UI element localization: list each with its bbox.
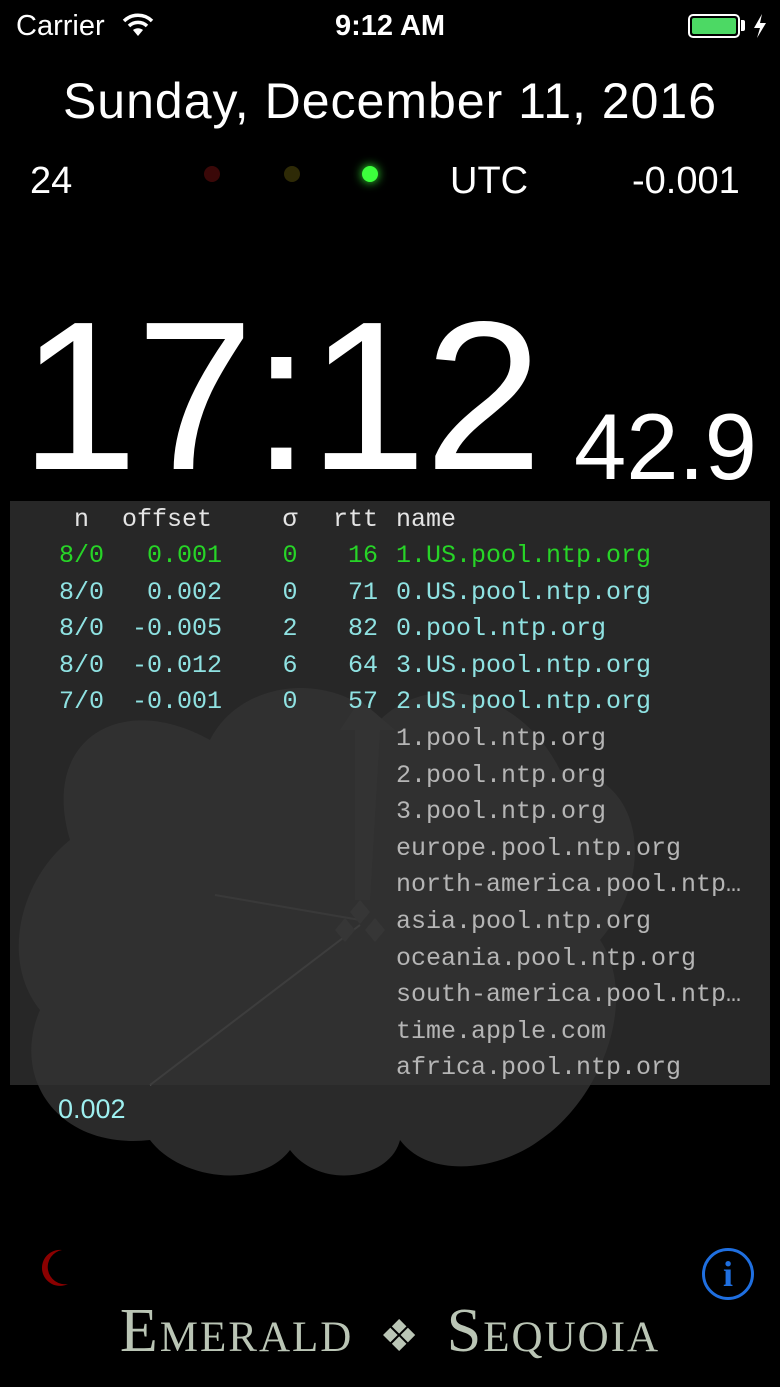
cell-rtt: 82: [347, 614, 378, 644]
header-rtt: rtt: [332, 505, 378, 534]
cell-offset: -0.012: [131, 650, 222, 680]
cell-name: 0.US.pool.ntp.org: [396, 577, 652, 607]
table-row[interactable]: 8/0 -0.012 6 64 3.US.pool.ntp.org: [10, 651, 770, 685]
table-row[interactable]: 8/0 -0.005 2 82 0.pool.ntp.org: [10, 614, 770, 648]
day-number: 24: [30, 160, 73, 202]
cell-sigma: 6: [282, 650, 298, 680]
cell-name: 0.pool.ntp.org: [396, 614, 607, 644]
brand-separator-icon: ❖: [379, 1312, 421, 1362]
cell-n: 8/0: [58, 614, 104, 644]
moon-icon[interactable]: [34, 1246, 74, 1290]
cell-name: south-america.pool.ntp…: [396, 980, 742, 1010]
status-bar: Carrier 9:12 AM: [0, 0, 780, 54]
cell-name: oceania.pool.ntp.org: [396, 943, 697, 973]
ntp-server-table: n offset σ rtt name 8/0 0.001 0 16 1.US.pool…: [10, 501, 770, 1085]
cell-rtt: 57: [347, 687, 378, 717]
cell-offset: 0.001: [146, 541, 222, 570]
table-row[interactable]: north-america.pool.ntp…: [10, 870, 770, 904]
cell-name: europe.pool.ntp.org: [396, 833, 682, 863]
table-row[interactable]: 8/0 0.002 0 71 0.US.pool.ntp.org: [10, 578, 770, 612]
cell-n: 8/0: [58, 650, 104, 680]
table-row[interactable]: 3.pool.ntp.org: [10, 797, 770, 831]
clock-offset: -0.001: [632, 160, 740, 202]
battery-icon: [688, 14, 740, 38]
cell-name: africa.pool.ntp.org: [396, 1053, 682, 1083]
cell-offset: 0.002: [146, 577, 222, 607]
cell-offset: -0.001: [131, 687, 222, 717]
status-indicator-amber: [284, 166, 300, 182]
status-indicator-red: [204, 166, 220, 182]
cell-rtt: 71: [347, 577, 378, 607]
timezone-label[interactable]: UTC: [450, 160, 528, 206]
cell-name: 2.US.pool.ntp.org: [396, 687, 652, 717]
header-sigma: σ: [282, 505, 298, 534]
info-button[interactable]: i: [702, 1248, 754, 1300]
cell-rtt: 16: [347, 541, 378, 570]
cell-name: 1.US.pool.ntp.org: [396, 541, 652, 570]
table-row[interactable]: africa.pool.ntp.org: [10, 1053, 770, 1087]
brand-right: Sequoia: [446, 1297, 661, 1365]
brand-left: Emerald: [119, 1297, 354, 1365]
cell-sigma: 0: [282, 687, 298, 717]
cell-name: 1.pool.ntp.org: [396, 724, 607, 753]
date-line: Sunday, December 11, 2016: [62, 73, 718, 129]
cell-name: 3.US.pool.ntp.org: [396, 650, 652, 680]
battery-tip: [741, 20, 745, 31]
clock-seconds: 42.9: [574, 394, 757, 499]
table-row[interactable]: 1.pool.ntp.org: [10, 724, 770, 758]
table-row[interactable]: 2.pool.ntp.org: [10, 761, 770, 795]
cell-name: time.apple.com: [396, 1016, 607, 1046]
header-offset: offset: [122, 505, 213, 534]
table-row[interactable]: 8/0 0.001 0 16 1.US.pool.ntp.org: [10, 541, 770, 575]
cell-sigma: 0: [282, 577, 298, 607]
charging-bolt-icon: [754, 14, 766, 38]
table-row[interactable]: time.apple.com: [10, 1017, 770, 1051]
cell-n: 8/0: [58, 577, 104, 607]
status-time: 9:12 AM: [334, 10, 446, 42]
table-row[interactable]: oceania.pool.ntp.org: [10, 944, 770, 978]
cell-sigma: 0: [282, 541, 298, 570]
cell-name: 2.pool.ntp.org: [396, 760, 607, 790]
dial-offset-label: 0.002: [58, 1094, 126, 1124]
table-row[interactable]: 7/0 -0.001 0 57 2.US.pool.ntp.org: [10, 687, 770, 721]
cell-sigma: 2: [282, 614, 298, 644]
clock-hours-minutes: 17:12: [20, 277, 543, 514]
cell-offset: -0.005: [131, 614, 222, 644]
status-indicator-green: [362, 166, 378, 182]
cell-name: asia.pool.ntp.org: [396, 907, 652, 936]
table-row[interactable]: europe.pool.ntp.org: [10, 834, 770, 868]
brand-logo: Emerald ❖ Sequoia: [0, 1296, 780, 1367]
cell-name: north-america.pool.ntp…: [396, 870, 742, 900]
cell-n: 7/0: [58, 687, 104, 717]
table-row[interactable]: south-america.pool.ntp…: [10, 980, 770, 1014]
cell-name: 3.pool.ntp.org: [396, 797, 607, 827]
table-header: n offset σ rtt name: [10, 505, 770, 539]
cell-n: 8/0: [58, 541, 104, 570]
cell-rtt: 64: [347, 650, 378, 680]
table-row[interactable]: asia.pool.ntp.org: [10, 907, 770, 941]
header-name: name: [396, 505, 457, 534]
